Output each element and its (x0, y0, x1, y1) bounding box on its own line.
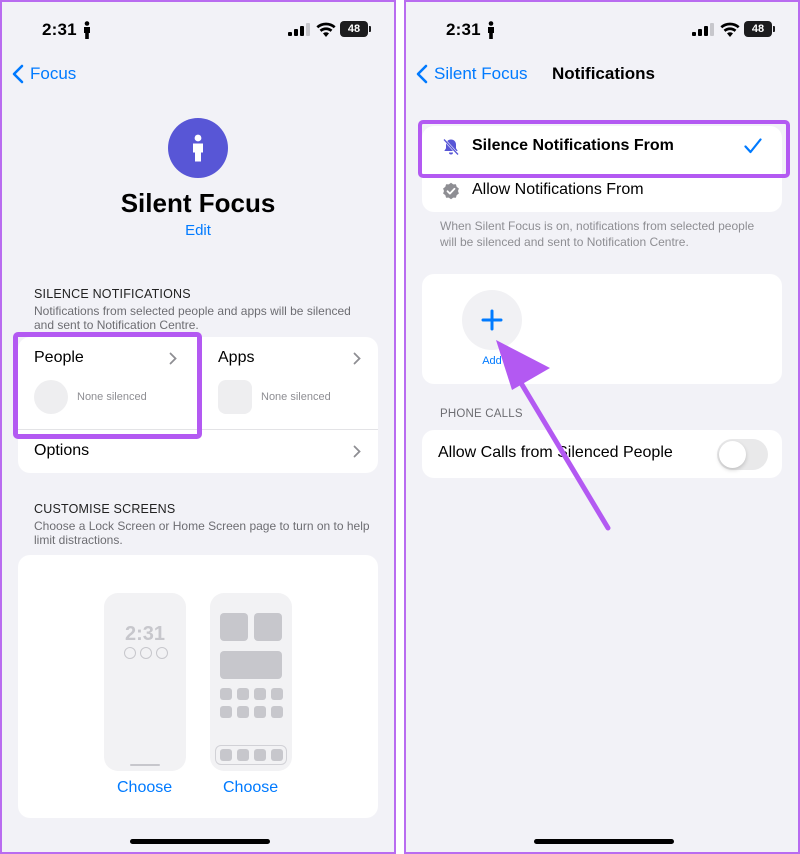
home-bar (130, 764, 160, 766)
options-label: Options (34, 442, 90, 459)
lock-preview-time: 2:31 (124, 623, 166, 645)
status-bar: 2:31 48 (406, 18, 798, 42)
highlight-box (418, 120, 790, 178)
edit-button[interactable]: Edit (2, 222, 394, 239)
nav-bar: Focus (2, 60, 394, 88)
silence-note: When Silent Focus is on, notifications f… (440, 219, 755, 249)
nav-bar: Silent Focus Notifications (406, 60, 798, 88)
app-icon-placeholder (218, 380, 252, 414)
apps-label: Apps (218, 349, 255, 366)
cellular-signal-icon (288, 23, 310, 36)
cellular-signal-icon (692, 23, 714, 36)
back-label: Silent Focus (434, 64, 528, 83)
home-screen-preview[interactable] (210, 593, 292, 771)
status-bar: 2:31 48 (2, 18, 394, 42)
back-button[interactable]: Focus (12, 60, 76, 88)
focus-settings-screen: 2:31 48 Focus Silent Focus Edit SILENCE … (0, 0, 396, 854)
lock-screen-preview[interactable]: 2:31 (104, 593, 186, 771)
status-time: 2:31 (446, 20, 481, 39)
allow-calls-row: Allow Calls from Silenced People (422, 430, 782, 478)
highlight-box (13, 332, 202, 439)
person-icon (193, 134, 203, 162)
checkmark-seal-icon (443, 182, 459, 200)
chevron-left-icon (416, 64, 428, 84)
plus-icon (481, 309, 503, 331)
person-icon (84, 21, 90, 39)
chevron-right-icon (353, 445, 361, 458)
apps-status: None silenced (261, 391, 331, 403)
apps-tile[interactable]: Apps None silenced (202, 337, 378, 429)
notifications-screen: 2:31 48 Silent Focus Notifications Silen… (404, 0, 800, 854)
home-indicator (534, 839, 674, 844)
page-title: Notifications (552, 64, 655, 83)
wifi-icon (720, 22, 740, 37)
customise-screens-card: 2:31 Choose Choose (18, 555, 378, 818)
allow-calls-toggle[interactable] (717, 439, 768, 470)
choose-home-screen-button[interactable]: Choose (223, 779, 278, 797)
people-list-card: Add (422, 274, 782, 384)
chevron-right-icon (353, 352, 361, 365)
silence-section-desc: Notifications from selected people and a… (34, 304, 351, 332)
phone-calls-section-title: PHONE CALLS (440, 408, 523, 420)
back-label: Focus (30, 64, 77, 83)
allow-from-label: Allow Notifications From (472, 181, 644, 198)
focus-person-icon (168, 118, 228, 178)
choose-lock-screen-button[interactable]: Choose (117, 779, 172, 797)
silence-section-title: SILENCE NOTIFICATIONS (34, 287, 191, 301)
allow-calls-label: Allow Calls from Silenced People (438, 444, 673, 461)
focus-name: Silent Focus (120, 188, 276, 218)
battery-indicator: 48 (340, 21, 371, 37)
add-label: Add (482, 355, 502, 367)
wifi-icon (316, 22, 336, 37)
chevron-left-icon (12, 64, 24, 84)
back-button[interactable]: Silent Focus (416, 60, 528, 88)
add-person-button[interactable] (462, 290, 522, 350)
customise-section-title: CUSTOMISE SCREENS (34, 502, 176, 516)
lock-widgets (124, 647, 168, 659)
person-icon (488, 21, 494, 39)
battery-indicator: 48 (744, 21, 775, 37)
customise-section-desc: Choose a Lock Screen or Home Screen page… (34, 519, 370, 547)
status-time: 2:31 (42, 20, 77, 39)
home-indicator (130, 839, 270, 844)
